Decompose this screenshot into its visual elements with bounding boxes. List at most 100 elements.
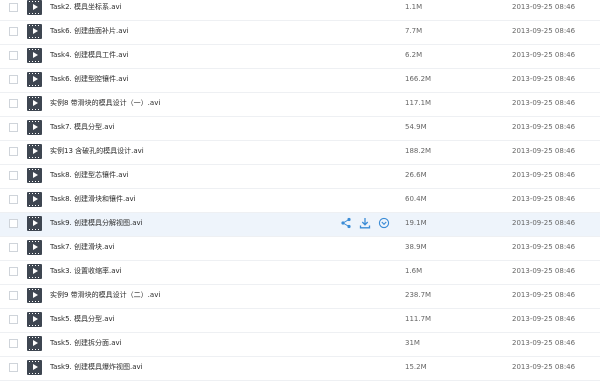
file-date: 2013-09-25 08:46 (512, 339, 576, 347)
file-date: 2013-09-25 08:46 (512, 267, 576, 275)
row-checkbox[interactable] (9, 195, 18, 204)
file-date: 2013-09-25 08:46 (512, 171, 576, 179)
more-icon[interactable] (378, 217, 390, 229)
file-row[interactable]: Task5. 创建拆分面.avi 31M 2013-09-25 08:46 (0, 333, 600, 357)
video-file-icon (27, 96, 42, 111)
row-checkbox[interactable] (9, 147, 18, 156)
row-checkbox[interactable] (9, 3, 18, 12)
row-checkbox[interactable] (9, 27, 18, 36)
file-date: 2013-09-25 08:46 (512, 291, 576, 299)
file-name[interactable]: Task9. 创建模具分解视图.avi (50, 213, 143, 234)
file-name[interactable]: Task6. 创建曲面补片.avi (50, 21, 129, 42)
file-size: 166.2M (405, 75, 432, 83)
file-name[interactable]: Task6. 创建型腔镶件.avi (50, 69, 129, 90)
file-date: 2013-09-25 08:46 (512, 147, 576, 155)
file-row[interactable]: 实例13 含破孔的模具设计.avi 188.2M 2013-09-25 08:46 (0, 141, 600, 165)
file-name[interactable]: Task2. 模具坐标系.avi (50, 0, 122, 18)
file-date: 2013-09-25 08:46 (512, 27, 576, 35)
video-file-icon (27, 336, 42, 351)
file-size: 6.2M (405, 51, 423, 59)
file-size: 7.7M (405, 27, 423, 35)
file-date: 2013-09-25 08:46 (512, 123, 576, 131)
file-name[interactable]: Task5. 模具分型.avi (50, 309, 115, 330)
video-file-icon (27, 240, 42, 255)
row-checkbox[interactable] (9, 123, 18, 132)
row-checkbox[interactable] (9, 75, 18, 84)
file-size: 117.1M (405, 99, 432, 107)
row-checkbox[interactable] (9, 267, 18, 276)
file-size: 238.7M (405, 291, 432, 299)
file-row[interactable]: Task7. 创建滑块.avi 38.9M 2013-09-25 08:46 (0, 237, 600, 261)
file-row[interactable]: Task4. 创建模具工件.avi 6.2M 2013-09-25 08:46 (0, 45, 600, 69)
download-icon[interactable] (359, 217, 371, 229)
file-size: 26.6M (405, 171, 427, 179)
row-checkbox[interactable] (9, 243, 18, 252)
file-name[interactable]: Task5. 创建拆分面.avi (50, 333, 122, 354)
file-size: 60.4M (405, 195, 427, 203)
file-row[interactable]: Task3. 设置收缩率.avi 1.6M 2013-09-25 08:46 (0, 261, 600, 285)
file-size: 54.9M (405, 123, 427, 131)
file-date: 2013-09-25 08:46 (512, 243, 576, 251)
file-date: 2013-09-25 08:46 (512, 75, 576, 83)
row-checkbox[interactable] (9, 99, 18, 108)
file-date: 2013-09-25 08:46 (512, 315, 576, 323)
file-name[interactable]: Task9. 创建模具爆炸视图.avi (50, 357, 143, 378)
row-checkbox[interactable] (9, 291, 18, 300)
file-row[interactable]: Task8. 创建滑块和镶件.avi 60.4M 2013-09-25 08:46 (0, 189, 600, 213)
video-file-icon (27, 72, 42, 87)
file-size: 188.2M (405, 147, 432, 155)
file-name[interactable]: Task7. 模具分型.avi (50, 117, 115, 138)
row-checkbox[interactable] (9, 171, 18, 180)
video-file-icon (27, 288, 42, 303)
file-row[interactable]: Task6. 创建曲面补片.avi 7.7M 2013-09-25 08:46 (0, 21, 600, 45)
video-file-icon (27, 360, 42, 375)
file-size: 31M (405, 339, 420, 347)
video-file-icon (27, 192, 42, 207)
file-date: 2013-09-25 08:46 (512, 195, 576, 203)
file-name[interactable]: Task8. 创建滑块和镶件.avi (50, 189, 136, 210)
file-date: 2013-09-25 08:46 (512, 99, 576, 107)
file-name[interactable]: Task3. 设置收缩率.avi (50, 261, 122, 282)
file-row[interactable]: 实例9 带滑块的模具设计（二）.avi 238.7M 2013-09-25 08:4… (0, 285, 600, 309)
file-date: 2013-09-25 08:46 (512, 51, 576, 59)
file-name[interactable]: 实例13 含破孔的模具设计.avi (50, 141, 144, 162)
file-row[interactable]: Task6. 创建型腔镶件.avi 166.2M 2013-09-25 08:46 (0, 69, 600, 93)
file-date: 2013-09-25 08:46 (512, 3, 576, 11)
file-row[interactable]: Task5. 模具分型.avi 111.7M 2013-09-25 08:46 (0, 309, 600, 333)
file-row[interactable]: 实例8 带滑块的模具设计（一）.avi 117.1M 2013-09-25 08:4… (0, 93, 600, 117)
row-checkbox[interactable] (9, 315, 18, 324)
file-row[interactable]: Task8. 创建型芯镶件.avi 26.6M 2013-09-25 08:46 (0, 165, 600, 189)
row-checkbox[interactable] (9, 363, 18, 372)
video-file-icon (27, 48, 42, 63)
file-size: 19.1M (405, 219, 427, 227)
file-row[interactable]: Task2. 模具坐标系.avi 1.1M 2013-09-25 08:46 (0, 0, 600, 21)
file-row[interactable]: Task9. 创建模具爆炸视图.avi 15.2M 2013-09-25 08:46 (0, 357, 600, 381)
row-checkbox[interactable] (9, 339, 18, 348)
video-file-icon (27, 144, 42, 159)
file-name[interactable]: Task8. 创建型芯镶件.avi (50, 165, 129, 186)
file-name[interactable]: Task4. 创建模具工件.avi (50, 45, 129, 66)
file-size: 111.7M (405, 315, 432, 323)
video-file-icon (27, 24, 42, 39)
video-file-icon (27, 312, 42, 327)
file-name[interactable]: 实例9 带滑块的模具设计（二）.avi (50, 285, 160, 306)
file-size: 15.2M (405, 363, 427, 371)
video-file-icon (27, 216, 42, 231)
video-file-icon (27, 168, 42, 183)
file-name[interactable]: 实例8 带滑块的模具设计（一）.avi (50, 93, 160, 114)
file-size: 1.6M (405, 267, 423, 275)
file-size: 38.9M (405, 243, 427, 251)
file-row[interactable]: Task7. 模具分型.avi 54.9M 2013-09-25 08:46 (0, 117, 600, 141)
file-date: 2013-09-25 08:46 (512, 363, 576, 371)
row-checkbox[interactable] (9, 51, 18, 60)
file-row[interactable]: Task9. 创建模具分解视图.avi 19.1M 2013-09-25 08:46 (0, 213, 600, 237)
video-file-icon (27, 120, 42, 135)
row-checkbox[interactable] (9, 219, 18, 228)
file-size: 1.1M (405, 3, 423, 11)
file-name[interactable]: Task7. 创建滑块.avi (50, 237, 115, 258)
row-actions (340, 217, 390, 231)
video-file-icon (27, 264, 42, 279)
file-date: 2013-09-25 08:46 (512, 219, 576, 227)
video-file-icon (27, 0, 42, 15)
share-icon[interactable] (340, 217, 352, 229)
